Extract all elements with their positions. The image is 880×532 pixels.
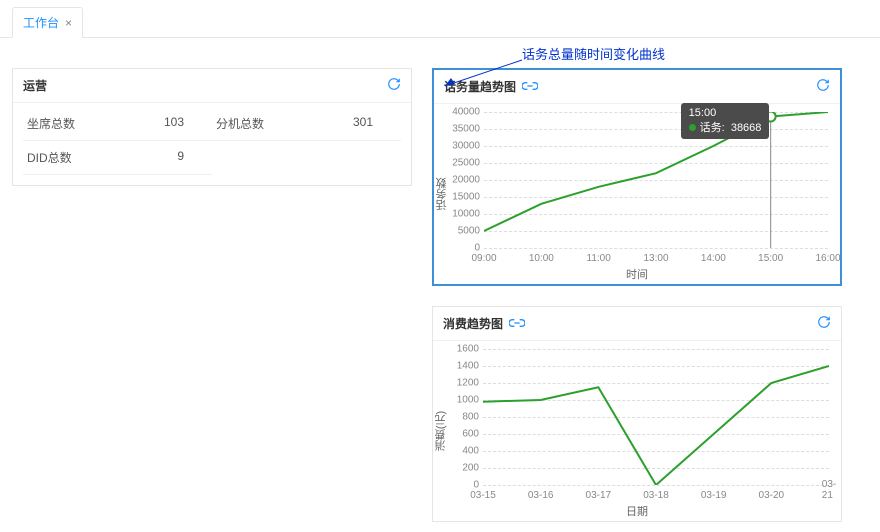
traffic-trend-panel: 话务量趋势图 话务数 时间 05000100001500020000250003…	[432, 68, 842, 286]
y-tick: 20000	[446, 175, 480, 186]
refresh-icon[interactable]	[817, 315, 831, 332]
link-icon[interactable]	[522, 80, 538, 94]
x-tick: 03-19	[701, 490, 727, 501]
y-tick: 30000	[446, 141, 480, 152]
y-tick: 200	[445, 463, 479, 474]
line-series	[484, 112, 828, 248]
y-tick: 400	[445, 446, 479, 457]
grid-line	[484, 248, 828, 249]
stat-value: 103	[164, 115, 208, 132]
chart-area[interactable]: 消费(元) 日期 0200400600800100012001400160003…	[433, 341, 841, 521]
refresh-icon[interactable]	[816, 78, 830, 95]
x-axis-label: 日期	[626, 503, 648, 519]
line-series	[483, 349, 829, 485]
y-tick: 40000	[446, 107, 480, 118]
y-tick: 1200	[445, 378, 479, 389]
stat-label: 坐席总数	[27, 115, 75, 132]
x-tick: 15:00	[758, 253, 783, 264]
refresh-icon[interactable]	[387, 77, 401, 94]
y-tick: 5000	[446, 226, 480, 237]
close-icon[interactable]: ×	[65, 16, 72, 30]
grid-line	[483, 485, 829, 486]
y-tick: 800	[445, 412, 479, 423]
tab-label: 工作台	[23, 14, 59, 31]
x-tick: 16:00	[815, 253, 840, 264]
x-tick: 03-17	[586, 490, 612, 501]
stat-extensions: 分机总数 301	[212, 107, 401, 141]
stat-agents: 坐席总数 103	[23, 107, 212, 141]
tab-workbench[interactable]: 工作台 ×	[12, 7, 83, 38]
x-tick: 03-18	[643, 490, 669, 501]
stat-label: DID总数	[27, 149, 72, 166]
x-tick: 13:00	[643, 253, 668, 264]
y-tick: 0	[445, 480, 479, 491]
stat-value: 301	[353, 115, 397, 132]
ops-panel: 运营 坐席总数 103 分机总数 301 DID总数 9	[12, 68, 412, 186]
x-tick: 03-20	[759, 490, 785, 501]
y-tick: 1600	[445, 344, 479, 355]
stat-label: 分机总数	[216, 115, 264, 132]
y-tick: 35000	[446, 124, 480, 135]
chart-title: 话务量趋势图	[444, 78, 516, 95]
y-tick: 15000	[446, 192, 480, 203]
x-tick: 03-16	[528, 490, 554, 501]
y-tick: 1000	[445, 395, 479, 406]
x-tick: 09:00	[471, 253, 496, 264]
x-axis-label: 时间	[626, 266, 648, 282]
x-tick: 11:00	[587, 253, 611, 264]
spending-trend-panel: 消费趋势图 消费(元) 日期 0200400600800100012001400…	[432, 306, 842, 522]
chart-title: 消费趋势图	[443, 315, 503, 332]
stat-value: 9	[177, 149, 208, 166]
y-tick: 10000	[446, 209, 480, 220]
x-tick: 03-15	[470, 490, 496, 501]
link-icon[interactable]	[509, 317, 525, 331]
y-tick: 600	[445, 429, 479, 440]
x-tick: 14:00	[701, 253, 726, 264]
y-tick: 1400	[445, 361, 479, 372]
stat-did: DID总数 9	[23, 141, 212, 175]
chart-tooltip: 15:00话务: 38668	[681, 103, 770, 139]
y-tick: 0	[446, 243, 480, 254]
y-tick: 25000	[446, 158, 480, 169]
x-tick: 10:00	[529, 253, 554, 264]
tab-bar: 工作台 ×	[0, 0, 880, 38]
ops-panel-title: 运营	[23, 77, 47, 94]
chart-area[interactable]: 话务数 时间 050001000015000200002500030000350…	[434, 104, 840, 284]
annotation-text: 话务总量随时间变化曲线	[522, 44, 665, 63]
